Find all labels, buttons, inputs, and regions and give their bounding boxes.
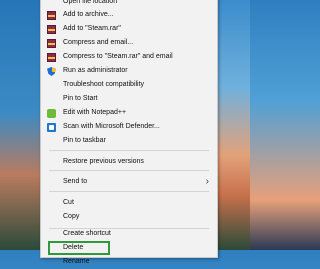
menu-item-send-to[interactable]: Send to › bbox=[41, 175, 217, 189]
menu-item-label: Restore previous versions bbox=[63, 158, 144, 165]
menu-item-label: Send to bbox=[63, 178, 88, 185]
menu-separator bbox=[49, 191, 209, 192]
menu-item-label: Add to archive... bbox=[63, 11, 114, 18]
menu-item-label: Troubleshoot compatibility bbox=[63, 81, 145, 88]
menu-item-label: Compress to "Steam.rar" and email bbox=[63, 53, 173, 60]
menu-item-label: Compress and email... bbox=[63, 39, 134, 46]
uac-shield-icon bbox=[47, 67, 56, 76]
menu-item-pin-to-start[interactable]: Pin to Start bbox=[41, 92, 217, 106]
menu-item-pin-to-taskbar[interactable]: Pin to taskbar bbox=[41, 134, 217, 148]
menu-item-label: Copy bbox=[63, 213, 80, 220]
menu-item-edit-with-notepad-plus-plus[interactable]: Edit with Notepad++ bbox=[41, 106, 217, 120]
menu-item-add-to-steam-rar[interactable]: Add to "Steam.rar" bbox=[41, 22, 217, 36]
focus-highlight bbox=[48, 241, 110, 255]
menu-item-label: Run as administrator bbox=[63, 67, 128, 74]
winrar-icon bbox=[47, 25, 56, 34]
defender-icon bbox=[47, 123, 56, 132]
context-menu: Open file location Add to archive... Add… bbox=[40, 0, 218, 265]
desktop-wallpaper-left bbox=[0, 0, 40, 250]
menu-item-label: Pin to Start bbox=[63, 95, 98, 102]
menu-item-restore-previous-versions[interactable]: Restore previous versions bbox=[41, 155, 217, 169]
menu-separator bbox=[49, 170, 209, 171]
menu-item-label: Cut bbox=[63, 199, 74, 206]
menu-item-add-to-archive[interactable]: Add to archive... bbox=[41, 8, 217, 22]
menu-item-scan-with-defender[interactable]: Scan with Microsoft Defender... bbox=[41, 120, 217, 134]
menu-item-compress-and-email[interactable]: Compress and email... bbox=[41, 36, 217, 50]
menu-item-label: Rename bbox=[63, 258, 90, 265]
menu-item-label: Scan with Microsoft Defender... bbox=[63, 123, 160, 130]
menu-item-cut[interactable]: Cut bbox=[41, 196, 217, 210]
chevron-right-icon: › bbox=[205, 176, 209, 187]
notepad-plus-plus-icon bbox=[47, 109, 56, 118]
menu-item-create-shortcut[interactable]: Create shortcut bbox=[41, 227, 217, 241]
winrar-icon bbox=[47, 53, 56, 62]
menu-separator bbox=[49, 150, 209, 151]
winrar-icon bbox=[47, 11, 56, 20]
menu-item-compress-to-steam-rar-and-email[interactable]: Compress to "Steam.rar" and email bbox=[41, 50, 217, 64]
menu-item-troubleshoot-compatibility[interactable]: Troubleshoot compatibility bbox=[41, 78, 217, 92]
menu-item-label: Add to "Steam.rar" bbox=[63, 25, 121, 32]
menu-item-run-as-administrator[interactable]: Run as administrator bbox=[41, 64, 217, 78]
desktop-wallpaper-right bbox=[216, 0, 250, 250]
menu-item-label: Edit with Notepad++ bbox=[63, 109, 127, 116]
menu-item-copy[interactable]: Copy bbox=[41, 210, 217, 224]
menu-item-label: Create shortcut bbox=[63, 230, 111, 237]
menu-item-label: Pin to taskbar bbox=[63, 137, 106, 144]
winrar-icon bbox=[47, 39, 56, 48]
menu-item-rename[interactable]: Rename bbox=[41, 255, 217, 269]
